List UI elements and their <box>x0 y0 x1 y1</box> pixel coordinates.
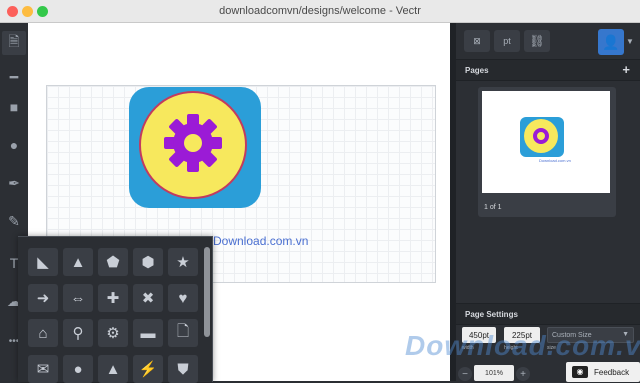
plus-shape-button[interactable]: ✚ <box>98 284 128 312</box>
plus-icon: ✚ <box>106 290 120 307</box>
star-shape-button[interactable]: ★ <box>168 248 198 276</box>
page-thumbnail-card[interactable]: Download.com.vn 1 of 1 <box>478 87 616 217</box>
avatar[interactable]: 👤 <box>598 29 624 55</box>
arrow-both-icon: ⇔ <box>70 289 86 307</box>
x-icon: ✖ <box>141 290 155 307</box>
arrow-both-shape-button[interactable]: ⇔ <box>63 284 93 312</box>
link-button[interactable]: ⛓ <box>524 30 550 52</box>
hexagon-icon: ⬢ <box>141 254 155 271</box>
search-icon: ⚲ <box>72 325 84 342</box>
rectangle-tool[interactable]: ■ <box>2 95 26 119</box>
arrow-right-shape-button[interactable]: ➜ <box>28 284 58 312</box>
zoom-out-button[interactable]: − <box>458 367 472 381</box>
user-icon: 👤 <box>602 33 620 50</box>
units-button[interactable]: pt <box>494 30 520 52</box>
user-shape-button[interactable]: ● <box>63 355 93 383</box>
text-icon: T <box>9 255 19 271</box>
rectangle-icon: ■ <box>9 99 19 115</box>
right-triangle-shape-button[interactable]: ◣ <box>28 248 58 276</box>
arrow-up-icon: ▲ <box>105 360 121 378</box>
triangle-icon: ▲ <box>70 253 86 271</box>
line-tool[interactable]: ━ <box>2 65 26 89</box>
triangle-shape-button[interactable]: ▲ <box>63 248 93 276</box>
page-icon: 🗎 <box>8 33 20 49</box>
folder-icon: ▬ <box>140 324 156 342</box>
bolt-icon: ⚡ <box>138 361 158 378</box>
ellipse-icon: ● <box>9 137 19 153</box>
logo-text[interactable]: Download.com.vn <box>213 234 308 248</box>
search-shape-button[interactable]: ⚲ <box>63 319 93 347</box>
right-panel: ⊠ pt ⛓ 👤 ▼ Pages + Download.com.vn 1 of … <box>456 23 640 382</box>
shapes-popup: ◣ ▲ ⬟ ⬢ ★ ➜ ⇔ ✚ ✖ ♥ ⌂ ⚲ ⚙ ▬ 🗋 ✉ ● ▲ ⚡ ⛊ <box>18 236 213 383</box>
feedback-label: Feedback <box>594 367 630 377</box>
zoom-level-field[interactable]: 101% <box>474 365 514 381</box>
ellipse-tool[interactable]: ● <box>2 133 26 157</box>
title-bar: downloadcomvn/designs/welcome - Vectr <box>0 0 640 23</box>
heart-shape-button[interactable]: ♥ <box>168 284 198 312</box>
document-icon: 🗋 <box>176 322 190 340</box>
pages-title: Pages <box>465 66 489 75</box>
page-thumbnail[interactable]: Download.com.vn <box>482 91 610 193</box>
triangle-right-icon: ◣ <box>37 254 49 271</box>
line-icon: ━ <box>9 68 19 85</box>
feedback-button[interactable]: ◉ Feedback <box>566 362 640 382</box>
user-icon: ● <box>73 360 83 378</box>
x-shape-button[interactable]: ✖ <box>133 284 163 312</box>
page-settings-title: Page Settings <box>465 310 518 319</box>
page-settings-header: Page Settings <box>456 303 640 325</box>
pen-icon: ✒ <box>8 174 20 191</box>
pt-label: pt <box>503 36 511 46</box>
mail-icon: ✉ <box>36 361 50 378</box>
gear-shape[interactable] <box>163 113 223 173</box>
gear-icon <box>164 114 222 172</box>
shield-shape-button[interactable]: ⛊ <box>168 355 198 383</box>
home-icon: ⌂ <box>38 324 48 342</box>
thumb-gear-icon <box>533 128 549 144</box>
grid-icon: ⊠ <box>473 35 481 46</box>
gear-shape-button[interactable]: ⚙ <box>98 319 128 347</box>
thumb-logo-text: Download.com.vn <box>539 158 571 163</box>
pen-tool[interactable]: ✒ <box>2 171 26 195</box>
add-page-button[interactable]: + <box>622 62 630 77</box>
folder-shape-button[interactable]: ▬ <box>133 319 163 347</box>
star-icon: ★ <box>176 254 190 271</box>
arrow-up-shape-button[interactable]: ▲ <box>98 355 128 383</box>
window-title: downloadcomvn/designs/welcome - Vectr <box>219 5 421 17</box>
pencil-tool[interactable]: ✎ <box>2 209 26 233</box>
pencil-icon: ✎ <box>8 212 20 229</box>
page-tool[interactable]: 🗎 <box>2 31 26 55</box>
grid-toggle-button[interactable]: ⊠ <box>464 30 490 52</box>
gear-icon: ⚙ <box>106 325 120 342</box>
pages-header: Pages + <box>456 59 640 81</box>
zoom-in-button[interactable]: + <box>516 367 530 381</box>
arrow-right-icon: ➜ <box>36 290 50 307</box>
watermark-logo: Download.com.vn <box>405 330 640 361</box>
shapes-popup-scrollbar[interactable] <box>204 247 210 337</box>
pentagon-icon: ⬟ <box>106 254 120 271</box>
shield-icon: ⛊ <box>177 360 189 378</box>
home-shape-button[interactable]: ⌂ <box>28 319 58 347</box>
hexagon-shape-button[interactable]: ⬢ <box>133 248 163 276</box>
mail-shape-button[interactable]: ✉ <box>28 355 58 383</box>
pentagon-shape-button[interactable]: ⬟ <box>98 248 128 276</box>
heart-icon: ♥ <box>178 289 188 307</box>
document-shape-button[interactable]: 🗋 <box>168 319 198 347</box>
bolt-shape-button[interactable]: ⚡ <box>133 355 163 383</box>
link-icon: ⛓ <box>529 34 545 48</box>
page-counter: 1 of 1 <box>484 204 502 211</box>
camera-icon: ◉ <box>572 366 588 378</box>
chevron-down-icon[interactable]: ▼ <box>626 37 634 46</box>
